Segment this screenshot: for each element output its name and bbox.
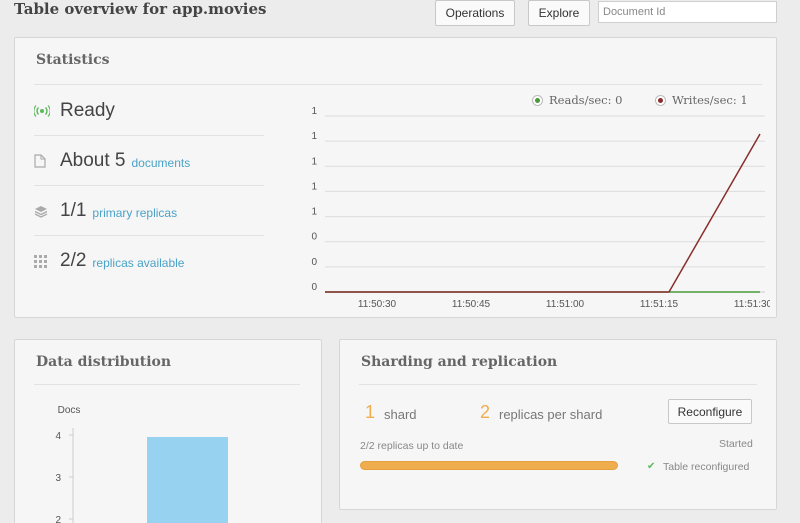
y-tick-label: 1 bbox=[311, 131, 317, 142]
operations-button[interactable]: Operations bbox=[435, 0, 515, 26]
explore-button[interactable]: Explore bbox=[528, 0, 590, 26]
primary-replicas-row: 1/1 primary replicas bbox=[34, 191, 264, 231]
statistics-panel: Statistics Ready About 5 documents 1/1 p… bbox=[14, 37, 777, 318]
row-divider bbox=[34, 135, 264, 136]
documents-row: About 5 documents bbox=[34, 141, 264, 181]
ready-signal-icon bbox=[34, 103, 54, 119]
replicas-up-to-date: 2/2 replicas up to date bbox=[360, 440, 464, 452]
statistics-title: Statistics bbox=[36, 52, 110, 68]
distribution-chart: Docs 4 3 2 bbox=[55, 405, 228, 523]
title-divider bbox=[34, 384, 300, 385]
table-reconfigured-text: Table reconfigured bbox=[663, 461, 750, 473]
y-tick-label: 1 bbox=[311, 156, 317, 167]
primary-replicas-count: 1/1 bbox=[60, 200, 87, 221]
y-tick-label: 3 bbox=[55, 473, 61, 484]
replicas-count: 2 bbox=[480, 402, 491, 422]
status-row: Ready bbox=[34, 91, 264, 131]
replicas-available-row: 2/2 replicas available bbox=[34, 241, 264, 281]
x-tick-label: 11:51:15 bbox=[640, 299, 679, 309]
y-tick-label: 0 bbox=[311, 282, 317, 293]
status-started: Started bbox=[719, 438, 753, 450]
row-divider bbox=[34, 235, 264, 236]
check-icon: ✔ bbox=[647, 461, 656, 472]
document-id-input[interactable] bbox=[598, 1, 777, 23]
throughput-chart: 1 1 1 1 1 0 0 0 11:50:30 11:50:45 11:51:00 11:51:15… bbox=[311, 106, 770, 309]
title-divider bbox=[359, 384, 757, 385]
x-tick-label: 11:51:30 bbox=[734, 299, 770, 309]
y-tick-label: 0 bbox=[311, 232, 317, 243]
y-tick-label: 1 bbox=[311, 106, 317, 117]
replication-progress-bar bbox=[360, 461, 618, 470]
grid-icon bbox=[34, 253, 54, 269]
row-divider bbox=[34, 185, 264, 186]
x-tick-label: 11:50:45 bbox=[452, 299, 491, 309]
x-tick-label: 11:50:30 bbox=[358, 299, 397, 309]
replicas-available-link[interactable]: replicas available bbox=[92, 256, 184, 270]
document-icon bbox=[34, 153, 54, 169]
writes-series-line bbox=[325, 133, 761, 293]
shard-label: shard bbox=[384, 407, 417, 422]
sharding-title: Sharding and replication bbox=[361, 354, 558, 370]
y-tick-label: 4 bbox=[55, 431, 61, 442]
data-distribution-title: Data distribution bbox=[36, 354, 172, 370]
status-text: Ready bbox=[60, 100, 115, 121]
sharding-panel: Sharding and replication 1 shard 2 repli… bbox=[339, 339, 777, 510]
y-tick-label: 1 bbox=[311, 207, 317, 218]
y-tick-label: 2 bbox=[55, 515, 61, 523]
replicas-per-shard-label: replicas per shard bbox=[499, 407, 603, 422]
x-tick-label: 11:51:00 bbox=[546, 299, 585, 309]
distribution-bar bbox=[147, 437, 228, 523]
data-distribution-panel: Data distribution Docs 4 3 2 bbox=[14, 339, 322, 523]
page-title: Table overview for app.movies bbox=[14, 0, 267, 18]
reconfigure-button[interactable]: Reconfigure bbox=[668, 399, 752, 424]
title-divider bbox=[34, 84, 762, 85]
layers-icon bbox=[34, 203, 54, 219]
y-tick-label: 0 bbox=[311, 257, 317, 268]
y-axis-label: Docs bbox=[58, 405, 81, 416]
documents-link[interactable]: documents bbox=[132, 156, 191, 170]
shard-count: 1 bbox=[365, 402, 376, 422]
replicas-available-count: 2/2 bbox=[60, 250, 87, 271]
primary-replicas-link[interactable]: primary replicas bbox=[92, 206, 177, 220]
y-tick-label: 1 bbox=[311, 181, 317, 192]
documents-count: About 5 bbox=[60, 150, 126, 171]
